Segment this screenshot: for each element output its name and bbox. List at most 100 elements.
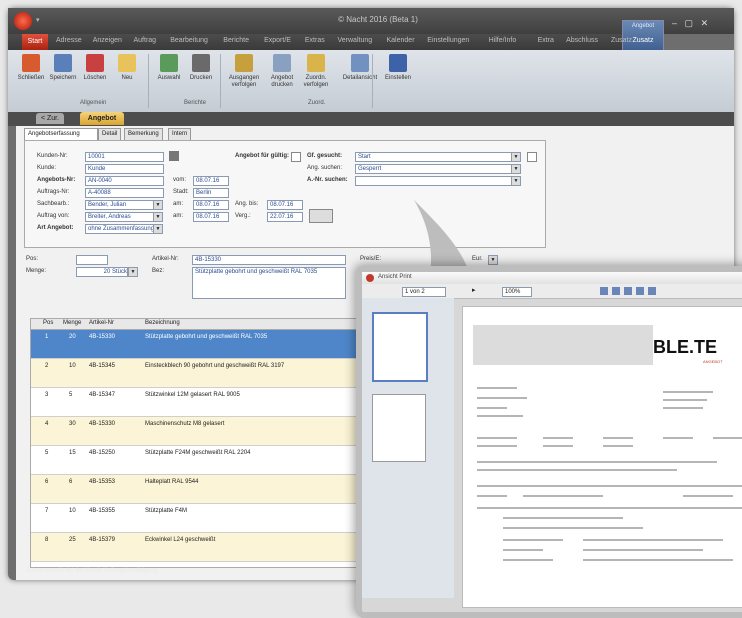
chevron-down-icon: ▼ [511,177,520,185]
table-row[interactable]: 4 30 4B-15330 Maschinenschutz M8 gelasert [31,417,377,446]
table-row[interactable]: 8 25 4B-15379 Eckwinkel L24 geschweißt [31,533,377,562]
menu-item-4[interactable]: Berichte [223,37,249,44]
gesucht2-select[interactable]: Gesperrt [355,164,519,174]
ribbon-button-1[interactable]: Speichern [48,54,78,82]
minimize-icon[interactable]: – [672,18,677,28]
menu-item-2[interactable]: Auftrag [134,37,157,44]
context-tab-angebot[interactable]: Angebot Zusatz [622,20,664,52]
tab-back[interactable]: < Zur. [36,113,64,124]
subtab-angebotserfassung[interactable]: Angebotserfassung [24,128,98,140]
restore-icon[interactable]: ▢ [685,18,694,28]
ribbon-label-3: Neu [121,75,133,81]
menge-input[interactable]: 20 Stück [76,267,128,277]
ribbon-group-0: Allgemein [80,100,107,106]
ribbon-button-2[interactable]: Löschen [80,54,110,82]
col-header-pos[interactable]: Pos [43,320,53,326]
sachbearb-select[interactable]: Bender, Julian [85,200,154,210]
table-row[interactable]: 1 20 4B-15330 Stützplatte gebohrt und gesch… [31,330,377,359]
menu-item-7[interactable]: Verwaltung [338,37,373,44]
menu-item-8[interactable]: Kalender [387,37,415,44]
art-select[interactable]: ohne Zusammenfassung [85,224,154,234]
gesucht1-checkbox[interactable] [527,152,537,162]
ribbon-button-5[interactable]: Drucken [186,54,216,82]
page-thumbnail-2[interactable] [372,394,426,462]
menu-item-5[interactable]: Export/E [264,37,291,44]
ribbon-button-3[interactable]: Neu [112,54,142,82]
next-page-icon[interactable]: ▸ [472,286,476,294]
table-row[interactable]: 6 6 4B-15353 Halteplatt RAL 9544 [31,475,377,504]
preview-title: Ansicht Print [378,274,412,280]
menu-item-6[interactable]: Extras [305,37,325,44]
subtab-bemerkung[interactable]: Bemerkung [124,128,163,140]
menge-dropdown[interactable]: ▼ [128,267,138,277]
calendar-icon[interactable] [309,209,333,223]
tab-angebot[interactable]: Angebot [80,112,124,125]
kundennr-input[interactable]: 10001 [85,152,164,162]
menu-item-1[interactable]: Anzeigen [93,37,122,44]
gesucht1-dropdown[interactable]: ▼ [511,152,521,162]
preview-tool-icons[interactable] [600,287,660,295]
menu-item-11[interactable]: Extra [538,37,554,44]
company-logo: BLE.TE [653,337,718,357]
artikel-input[interactable]: 4B-15330 [192,255,346,265]
menu-start[interactable]: Start [22,34,48,50]
gesucht3-dropdown[interactable]: ▼ [511,176,521,186]
art-dropdown[interactable]: ▼ [153,224,163,234]
page-thumbnail-1[interactable] [372,312,428,382]
col-header-menge[interactable]: Menge [63,320,81,326]
auftragnr-input[interactable]: A-40088 [85,188,164,198]
cell-artikel: 4B-15347 [89,392,116,398]
col-header-artikel[interactable]: Artikel-Nr [89,320,114,326]
verg-input[interactable]: 22.07.16 [267,212,303,222]
grid-header: Pos Menge Artikel-Nr Bezeichnung [31,319,377,330]
angebotnr-label: Angebots-Nr: [37,177,76,183]
kunde-input[interactable]: Kunde [85,164,164,174]
auftrag-von-select[interactable]: Breiter, Andreas [85,212,154,222]
pos-input[interactable] [76,255,108,265]
am1-input[interactable]: 08.07.16 [193,200,229,210]
angebotnr-input[interactable]: AN-0040 [85,176,164,186]
app-logo-icon[interactable] [14,12,32,30]
table-row[interactable]: 7 10 4B-15355 Stützplatte F4M [31,504,377,533]
menu-item-10[interactable]: Hilfe/Info [489,37,517,44]
table-row[interactable]: 5 15 4B-15250 Stützplatte F24M geschweißt R… [31,446,377,475]
gueltig-checkbox[interactable] [291,152,301,162]
auftrag-von-dropdown[interactable]: ▼ [153,212,163,222]
zoom-select[interactable]: 100% [502,287,532,297]
menu-item-0[interactable]: Adresse [56,37,82,44]
table-row[interactable]: 2 10 4B-15345 Einsteckblech 90 gebohrt und … [31,359,377,388]
vom-input[interactable]: 08.07.16 [193,176,229,186]
ribbon-icon-0 [22,54,40,72]
page-selector[interactable]: 1 von 2 [402,287,446,297]
menu-item-3[interactable]: Bearbeitung [170,37,208,44]
close-icon[interactable]: ✕ [701,18,709,28]
ribbon-button-4[interactable]: Auswahl [154,54,184,82]
page-text-line [477,469,677,471]
gesucht3-select[interactable] [355,176,519,186]
calculator-icon[interactable] [169,151,179,161]
menu-item-12[interactable]: Abschluss [566,37,598,44]
menu-item-9[interactable]: Einstellungen [427,37,469,44]
subtab-detail[interactable]: Detail [98,128,122,140]
bez-textarea[interactable]: Stützplatte gebohrt und geschweißt RAL 7… [192,267,346,299]
ribbon-button-8[interactable]: Zuordn. verfolgen [298,54,334,89]
gesucht2-dropdown[interactable]: ▼ [511,164,521,174]
sachbearb-dropdown[interactable]: ▼ [153,200,163,210]
table-row[interactable]: 3 5 4B-15347 Stützwinkel 12M gelasert RAL 9… [31,388,377,417]
cell-menge: 10 [69,508,76,514]
ribbon-button-6[interactable]: Ausgangen verfolgen [226,54,262,89]
ribbon-button-0[interactable]: Schließen [16,54,46,82]
col-header-bez[interactable]: Bezeichnung [145,320,180,326]
am2-input[interactable]: 08.07.16 [193,212,229,222]
ribbon-button-10[interactable]: Einstellen [380,54,416,82]
ribbon-button-7[interactable]: Angebot drucken [264,54,300,89]
cell-bez: Stützplatte F4M [145,508,188,514]
stadt-input[interactable]: Berlin [193,188,229,198]
menu-item-13[interactable]: Zusatz [611,37,632,44]
cell-bez: Eckwinkel L24 geschweißt [145,537,216,543]
gesucht1-select[interactable]: Start [355,152,519,162]
quick-access-icon[interactable]: ▾ [36,16,40,24]
subtab-intern[interactable]: Intern [168,128,192,140]
gueltig-bis-input[interactable]: 08.07.16 [267,200,303,210]
am2-label: am: [173,213,184,219]
